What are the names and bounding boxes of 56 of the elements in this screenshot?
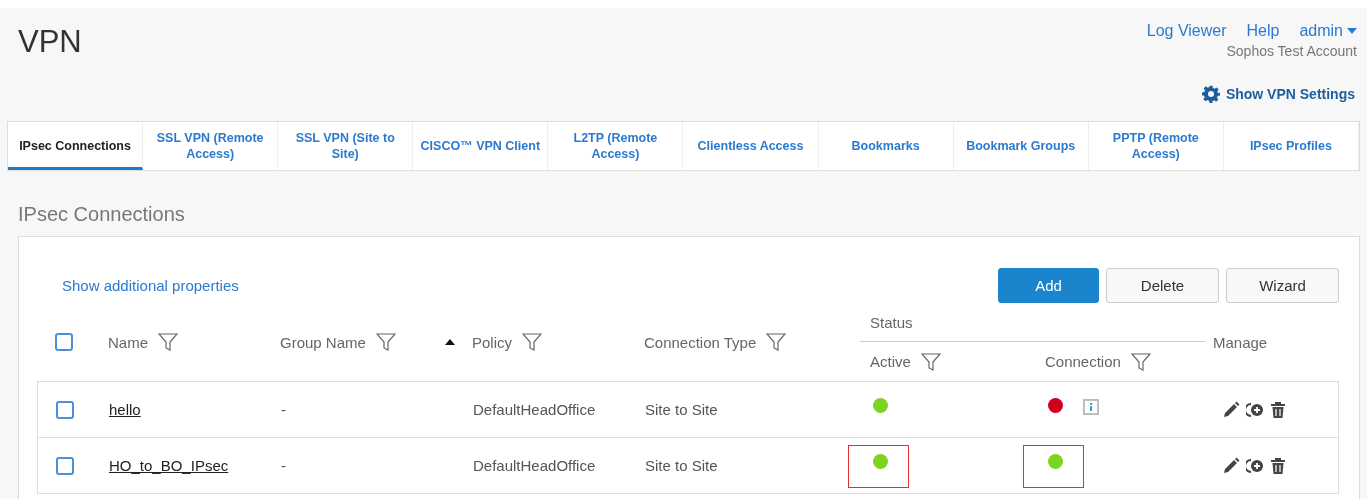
edit-icon[interactable]: [1222, 456, 1240, 475]
settings-icon: [1201, 85, 1220, 103]
select-all-checkbox[interactable]: [55, 333, 73, 351]
table-cell: Site to Site: [645, 401, 718, 418]
tab[interactable]: PPTP (Remote Access): [1088, 122, 1224, 170]
column-header: Connection: [1045, 353, 1121, 370]
header-link[interactable]: Help: [1246, 22, 1280, 40]
filter-icon[interactable]: [375, 332, 396, 352]
add-circle-icon[interactable]: [1246, 400, 1264, 419]
settings-link[interactable]: Show VPN Settings: [1201, 85, 1355, 103]
action-button[interactable]: Delete: [1106, 268, 1219, 303]
tab[interactable]: SSL VPN (Site to Site): [278, 122, 414, 170]
trash-icon[interactable]: [1270, 400, 1286, 419]
info-icon[interactable]: [1083, 398, 1099, 415]
account-name: Sophos Test Account: [1226, 43, 1357, 59]
tab[interactable]: L2TP (Remote Access): [548, 122, 684, 170]
row-checkbox[interactable]: [56, 456, 74, 475]
connection-name-link[interactable]: hello: [109, 401, 141, 418]
filter-icon[interactable]: [522, 332, 542, 352]
column-header: Group Name: [280, 333, 366, 351]
section-title: IPsec Connections: [18, 203, 186, 226]
table-cell: -: [281, 401, 286, 418]
table-cell: Site to Site: [645, 457, 718, 474]
tab[interactable]: IPsec Profiles: [1223, 122, 1359, 170]
column-header: Active: [870, 353, 911, 370]
edit-icon[interactable]: [1222, 400, 1240, 419]
table-cell: DefaultHeadOffice: [473, 457, 596, 474]
add-button[interactable]: Add: [998, 268, 1099, 303]
tab[interactable]: IPsec Connections: [8, 122, 144, 170]
action-button[interactable]: Wizard: [1226, 268, 1339, 303]
user-menu[interactable]: admin: [1299, 22, 1357, 40]
tab[interactable]: SSL VPN (Remote Access): [143, 122, 279, 170]
row-checkbox[interactable]: [56, 400, 74, 419]
tab[interactable]: Bookmarks: [818, 122, 954, 170]
tab[interactable]: CISCO™ VPN Client: [413, 122, 549, 170]
column-header: Status: [870, 313, 913, 331]
column-header: Name: [108, 333, 148, 351]
header-link[interactable]: Log Viewer: [1146, 22, 1227, 40]
filter-icon[interactable]: [920, 351, 941, 372]
add-circle-icon[interactable]: [1246, 456, 1264, 475]
tab[interactable]: Clientless Access: [683, 122, 819, 170]
table-cell: -: [281, 457, 286, 474]
page-title: VPN: [18, 24, 82, 61]
column-header: Manage: [1213, 333, 1268, 351]
sort-icon[interactable]: [445, 339, 455, 345]
caret-icon: [1347, 28, 1357, 34]
tab[interactable]: Bookmark Groups: [953, 122, 1089, 170]
trash-icon[interactable]: [1270, 456, 1286, 475]
filter-icon[interactable]: [766, 332, 787, 352]
filter-icon[interactable]: [1130, 351, 1151, 372]
filter-icon[interactable]: [158, 332, 178, 352]
connection-name-link[interactable]: HO_to_BO_IPsec: [109, 457, 229, 474]
properties-link[interactable]: Show additional properties: [62, 277, 239, 294]
column-header: Policy: [472, 333, 512, 351]
table-cell: DefaultHeadOffice: [473, 401, 596, 418]
column-header: Connection Type: [644, 333, 757, 351]
